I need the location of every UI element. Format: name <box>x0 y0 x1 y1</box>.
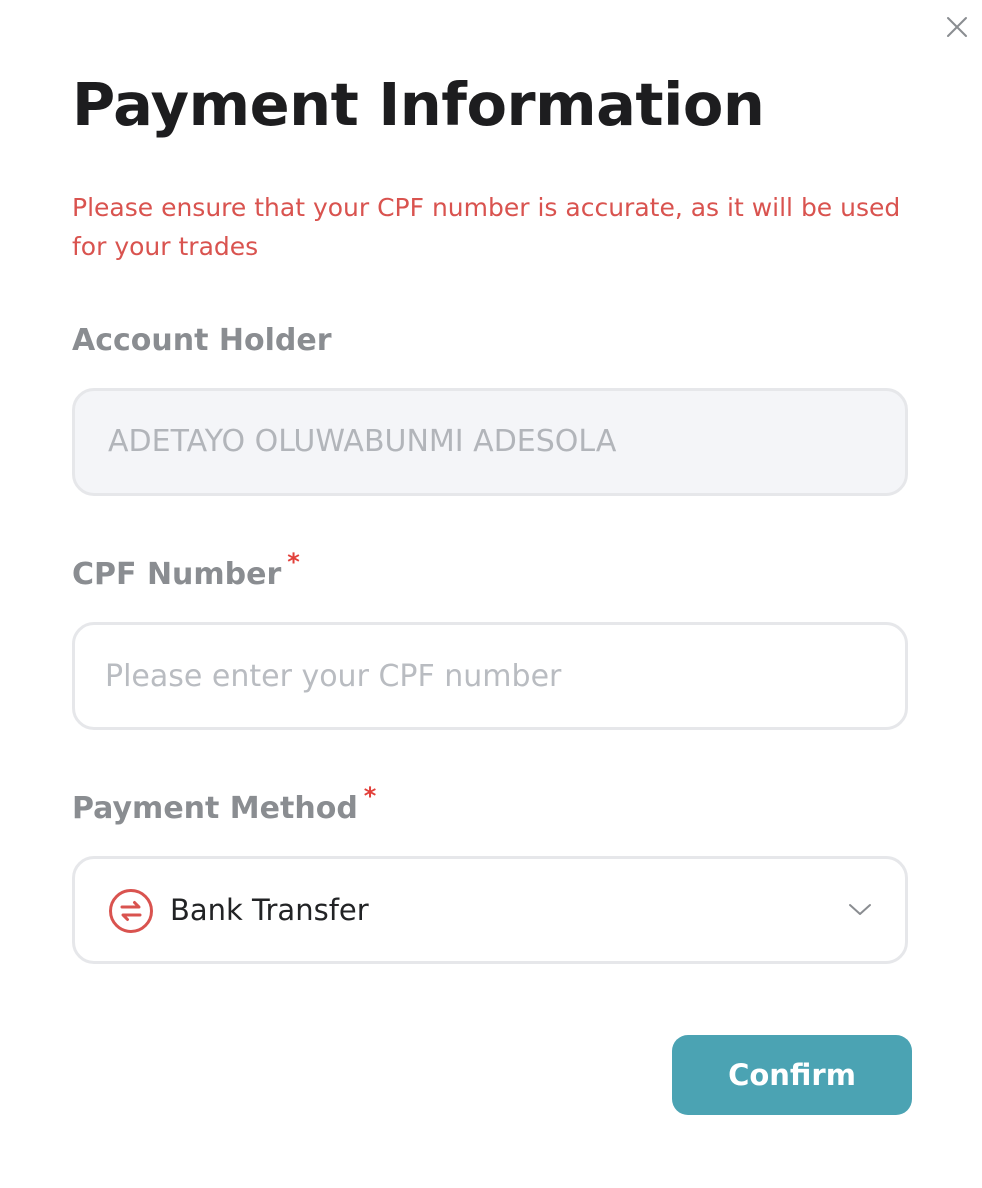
cpf-number-label-text: CPF Number <box>72 557 282 592</box>
account-holder-value: ADETAYO OLUWABUNMI ADESOLA <box>108 424 617 459</box>
cpf-warning-notice: Please ensure that your CPF number is ac… <box>72 193 901 261</box>
account-holder-label-text: Account Holder <box>72 323 332 358</box>
cpf-number-label: CPF Number * <box>72 548 300 596</box>
close-icon <box>944 14 970 40</box>
required-asterisk: * <box>287 548 300 576</box>
confirm-button[interactable]: Confirm <box>672 1035 912 1115</box>
close-button[interactable] <box>944 14 970 40</box>
dialog-title: Payment Information <box>72 70 765 139</box>
account-holder-label: Account Holder <box>72 321 332 361</box>
account-holder-field: ADETAYO OLUWABUNMI ADESOLA <box>72 388 908 496</box>
payment-method-select[interactable]: Bank Transfer <box>72 856 908 964</box>
payment-method-value: Bank Transfer <box>170 893 369 927</box>
chevron-down-icon <box>847 897 873 923</box>
payment-method-label: Payment Method * <box>72 782 376 830</box>
payment-method-label-text: Payment Method <box>72 791 358 826</box>
cpf-number-field[interactable] <box>72 622 908 730</box>
required-asterisk: * <box>363 782 377 810</box>
transfer-arrows-icon <box>108 888 154 934</box>
cpf-number-input[interactable] <box>105 625 875 727</box>
